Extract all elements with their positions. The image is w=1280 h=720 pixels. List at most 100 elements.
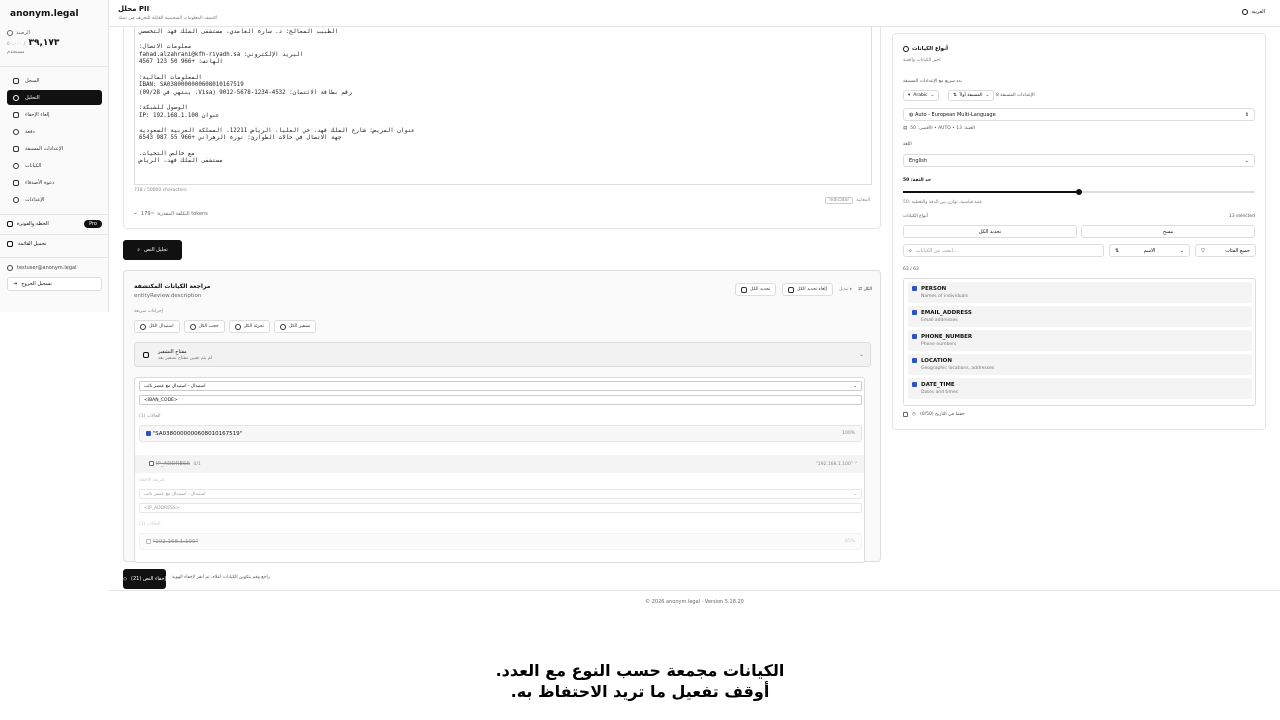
sidebar-item-label: الكيانات	[25, 162, 42, 169]
analyze-button[interactable]: ⌕ تحليل النص	[123, 240, 182, 260]
threshold-slider-fill	[903, 191, 1079, 193]
entity-checkbox[interactable]	[912, 334, 917, 339]
sidebar-item-billing[interactable]: الخطة والفوترة Pro	[7, 220, 102, 228]
entity-list: PERSON Names of individuals EMAIL_ADDRESS E…	[903, 278, 1256, 406]
threshold-slider[interactable]	[903, 189, 1255, 195]
match-row-ip[interactable]: "192.168.1.100" 85%	[139, 533, 862, 550]
encryption-key-panel[interactable]: مفتاح التشفير لم يتم تعيين مفتاح تشفير ب…	[134, 342, 871, 367]
preview-indicator: Indicator المعاينة	[825, 197, 870, 204]
method-select-ip-value: استبدال - استبدال مع عنصر نائب	[144, 491, 206, 497]
language-switcher[interactable]: العربية	[1242, 9, 1265, 15]
quick-action-mask[interactable]: حجب الكل	[183, 320, 225, 333]
method-select-iban[interactable]: استبدال - استبدال مع عنصر نائب ⌄	[139, 381, 862, 391]
quick-action-lock[interactable]: تشفير الكل	[273, 320, 317, 333]
entity-checkbox[interactable]	[912, 310, 917, 315]
sidebar-item-5[interactable]: الكيانات	[7, 158, 102, 173]
save-history-toggle[interactable]: ◷ حفظ في التاريخ (0/50)	[903, 412, 965, 417]
gear-icon	[13, 196, 19, 203]
entity-desc: Dates and times	[921, 390, 958, 395]
lock-icon	[143, 352, 149, 358]
sidebar-item-label: إلغاء الإخفاء	[25, 111, 50, 118]
text-line: المعلومات المالية:	[139, 74, 202, 81]
entity-types-panel: أنواع الكيانات اختر الكيانات والعتبة بدء…	[892, 33, 1266, 430]
user-email-text: testuser@anonym.legal	[17, 265, 77, 271]
quick-action-hash[interactable]: تجزئة الكل	[228, 320, 270, 333]
language-select[interactable]: English ⌄	[903, 154, 1255, 167]
entity-group-header-ip[interactable]: IP_ADDRESS 0/1 "192.168.1.100" ⌃	[135, 455, 864, 473]
model-info-text: الأقصى: 50 • AUTO • العتبة: 13	[910, 126, 975, 131]
sidebar-item-download-list[interactable]: تحميل القائمة	[7, 241, 102, 247]
sidebar-item-label: دعوة الأصدقاء	[25, 179, 55, 186]
text-input-area[interactable]: الطبيب المعالج: د. سارة الغامدي، مستشفى …	[134, 27, 872, 185]
deselect-all-button[interactable]: إلغاء تحديد الكل	[782, 283, 833, 296]
replacement-input-iban[interactable]: <IBAN_CODE>	[139, 395, 862, 405]
model-select[interactable]: ◍ Auto - European Multi-Language ⇕	[903, 108, 1255, 121]
plan-badge: Pro	[84, 220, 102, 228]
preset-language-select[interactable]: ▾ Arabic ⌄	[903, 90, 940, 101]
preset-sort-select[interactable]: ⇅ المسبقة أولاً ⌄	[948, 90, 995, 101]
text-line: جهة الاتصال في حالات الطوارئ: نورة الزهر…	[139, 135, 342, 142]
sidebar-item-4[interactable]: الإعدادات المسبقة	[7, 141, 102, 156]
entity-groups: استبدال - استبدال مع عنصر نائب ⌄ <IBAN_CO…	[134, 377, 865, 563]
divider	[0, 214, 108, 215]
entity-item[interactable]: DATE_TIME Dates and times	[908, 378, 1252, 399]
group-checkbox-ip[interactable]	[149, 461, 154, 466]
select-all-label: تحديد الكل	[750, 287, 771, 292]
entity-checkbox[interactable]	[912, 382, 917, 387]
hash-icon	[234, 323, 241, 330]
entity-item[interactable]: EMAIL_ADDRESS Email addresses	[908, 306, 1252, 327]
brand-logo[interactable]: anonym.legal	[10, 9, 79, 19]
anonymize-label: إخفاء النص (21)	[130, 576, 166, 582]
entities-select-all-label: تحديد الكل	[978, 228, 1002, 235]
entity-checkbox[interactable]	[912, 358, 917, 363]
anonymize-button[interactable]: ◇ إخفاء النص (21)	[123, 569, 166, 589]
sidebar-item-7[interactable]: الإعدادات	[7, 192, 102, 207]
select-all-button[interactable]: تحديد الكل	[735, 283, 777, 296]
match-score: 100%	[842, 431, 855, 436]
method-select-ip[interactable]: استبدال - استبدال مع عنصر نائب ⌄	[139, 489, 862, 499]
sidebar-item-2[interactable]: إلغاء الإخفاء	[7, 107, 102, 122]
entities-select-all-button[interactable]: تحديد الكل	[903, 225, 1077, 238]
sort-icon: ⇅	[953, 93, 957, 98]
save-history-checkbox[interactable]	[903, 412, 908, 417]
entity-item[interactable]: PERSON Names of individuals	[908, 282, 1252, 303]
entity-sort-select[interactable]: ⇅ الاسم ⌄	[1109, 244, 1190, 257]
analyze-label: تحليل النص	[144, 247, 168, 253]
entity-checkbox[interactable]	[912, 286, 917, 291]
replace-icon	[140, 323, 146, 330]
logout-button[interactable]: ⇥ تسجيل الخروج	[7, 277, 102, 291]
match-row-iban[interactable]: "SA0380000000608010167519" 100%	[139, 425, 862, 442]
entities-clear-button[interactable]: مسح	[1081, 225, 1255, 238]
entity-name: DATE_TIME	[921, 382, 955, 388]
sidebar-item-0[interactable]: السجل	[7, 73, 102, 88]
all-toggle[interactable]: ⇄ الكل	[858, 287, 872, 292]
user-email: testuser@anonym.legal	[7, 265, 76, 271]
entity-item[interactable]: LOCATION Geographic locations, addresses	[908, 354, 1252, 375]
toggle-button[interactable]: تبديل ▸	[839, 287, 852, 292]
sidebar: anonym.legal الرصيد ٣٩,١٧٣ / ٥٠,٠٠٠ مستخ…	[0, 0, 109, 312]
sidebar-item-1[interactable]: التحليل	[7, 90, 102, 105]
replacement-input-ip[interactable]: <IP_ADDRESS>	[139, 503, 862, 513]
sidebar-item-6[interactable]: دعوة الأصدقاء	[7, 175, 102, 190]
chevron-down-icon: ⌄	[1179, 247, 1184, 254]
entity-group-filter[interactable]: ▽ جميع الفئات	[1195, 244, 1256, 257]
sidebar-item-3[interactable]: دفعة	[7, 124, 102, 139]
text-line: البريد الإلكتروني: fahad.alzahrani@kfh-r…	[139, 51, 304, 58]
match-score-ip: 85%	[844, 539, 855, 544]
text-line: مع خالص التحيات،	[139, 150, 195, 157]
preview-badge: Indicator	[825, 197, 854, 204]
entity-search-input[interactable]: ⌕ ابحث عن الكيانات...	[903, 244, 1104, 257]
character-count: 718 / 50000 characters	[134, 188, 187, 193]
sort-icon: ⇅	[1115, 247, 1120, 254]
sidebar-item-label: الإعدادات	[25, 196, 45, 203]
match-text-ip: "192.168.1.100"	[152, 538, 199, 545]
selected-count: 13 selected	[1228, 214, 1255, 219]
match-checkbox-ip[interactable]	[146, 538, 151, 544]
threshold-slider-handle[interactable]	[1076, 189, 1082, 195]
text-line: الهاتف: +966 50 123 4567	[139, 59, 223, 66]
text-line	[139, 37, 867, 45]
entity-item[interactable]: PHONE_NUMBER Phone numbers	[908, 330, 1252, 351]
match-checkbox[interactable]	[146, 430, 151, 436]
review-title: مراجعة الكيانات المكتشفة	[134, 283, 211, 290]
quick-action-replace[interactable]: استبدال الكل	[134, 320, 180, 333]
